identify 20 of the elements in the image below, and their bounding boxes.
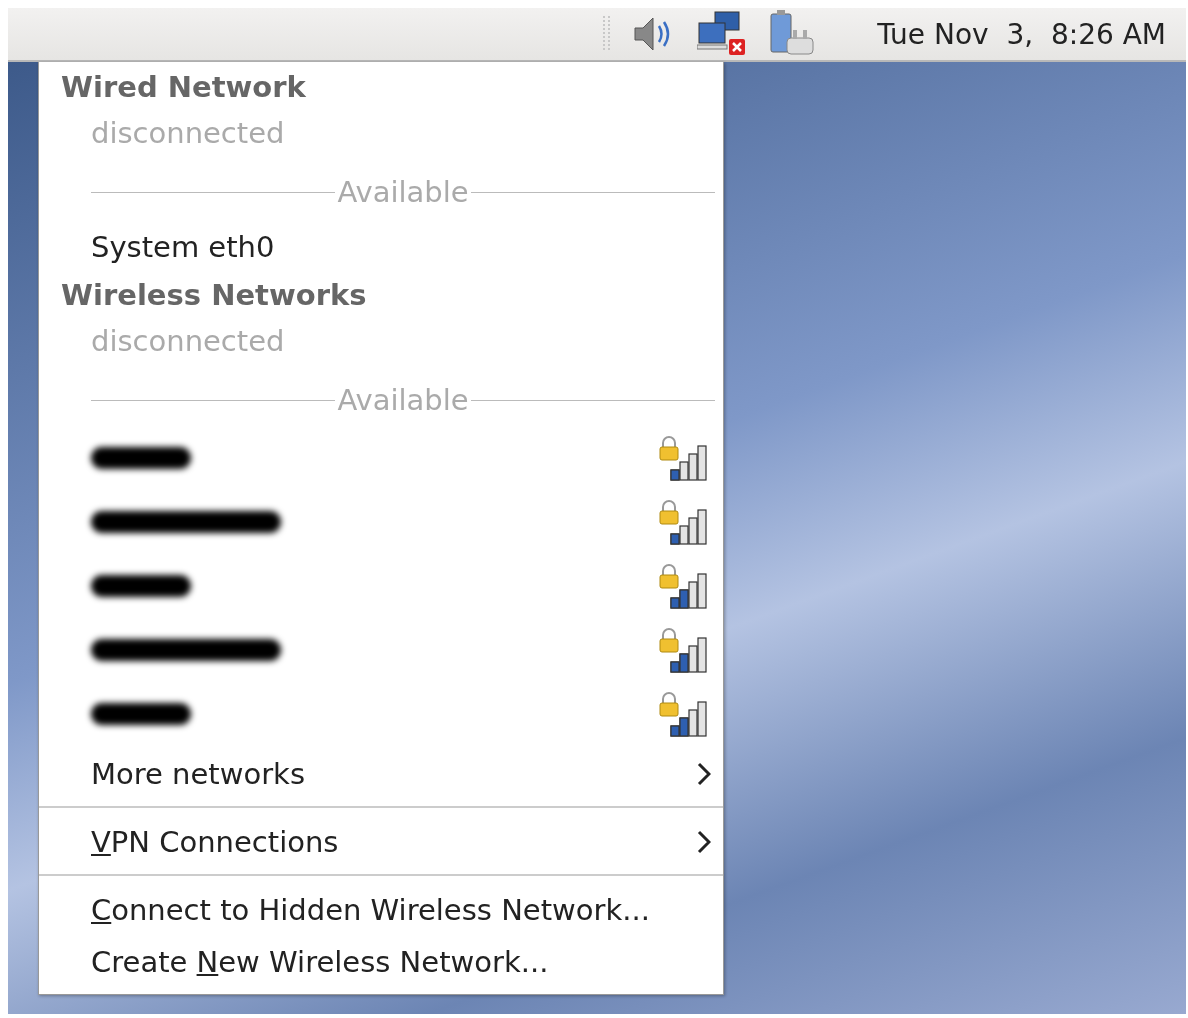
- menu-item-label: Connect to Hidden Wireless Network...: [91, 893, 650, 927]
- submenu-item[interactable]: More networks: [39, 746, 723, 802]
- network-offline-icon[interactable]: [697, 11, 748, 57]
- menu-item-label: VPN Connections: [91, 825, 339, 859]
- connection-item[interactable]: System eth0: [39, 218, 723, 276]
- chevron-right-icon: [697, 762, 711, 786]
- connection-status: disconnected: [90, 324, 286, 360]
- clock[interactable]: Tue Nov 3, 8:26 AM: [877, 17, 1166, 51]
- menu-item[interactable]: Create New Wireless Network...: [39, 938, 723, 986]
- available-label: Available: [336, 383, 470, 417]
- section-title: Wired Network: [60, 69, 307, 106]
- drag-handle-icon[interactable]: [603, 16, 612, 52]
- menu-item[interactable]: Connect to Hidden Wireless Network...: [39, 882, 723, 938]
- section-title: Wireless Networks: [60, 277, 368, 314]
- chevron-right-icon: [697, 830, 711, 854]
- connection-status: disconnected: [90, 116, 286, 152]
- menu-item-label: More networks: [91, 757, 305, 791]
- available-label: Available: [336, 175, 470, 209]
- menu-item[interactable]: VPN Connections: [39, 814, 723, 870]
- menu-item-label: Create New Wireless Network...: [91, 945, 549, 979]
